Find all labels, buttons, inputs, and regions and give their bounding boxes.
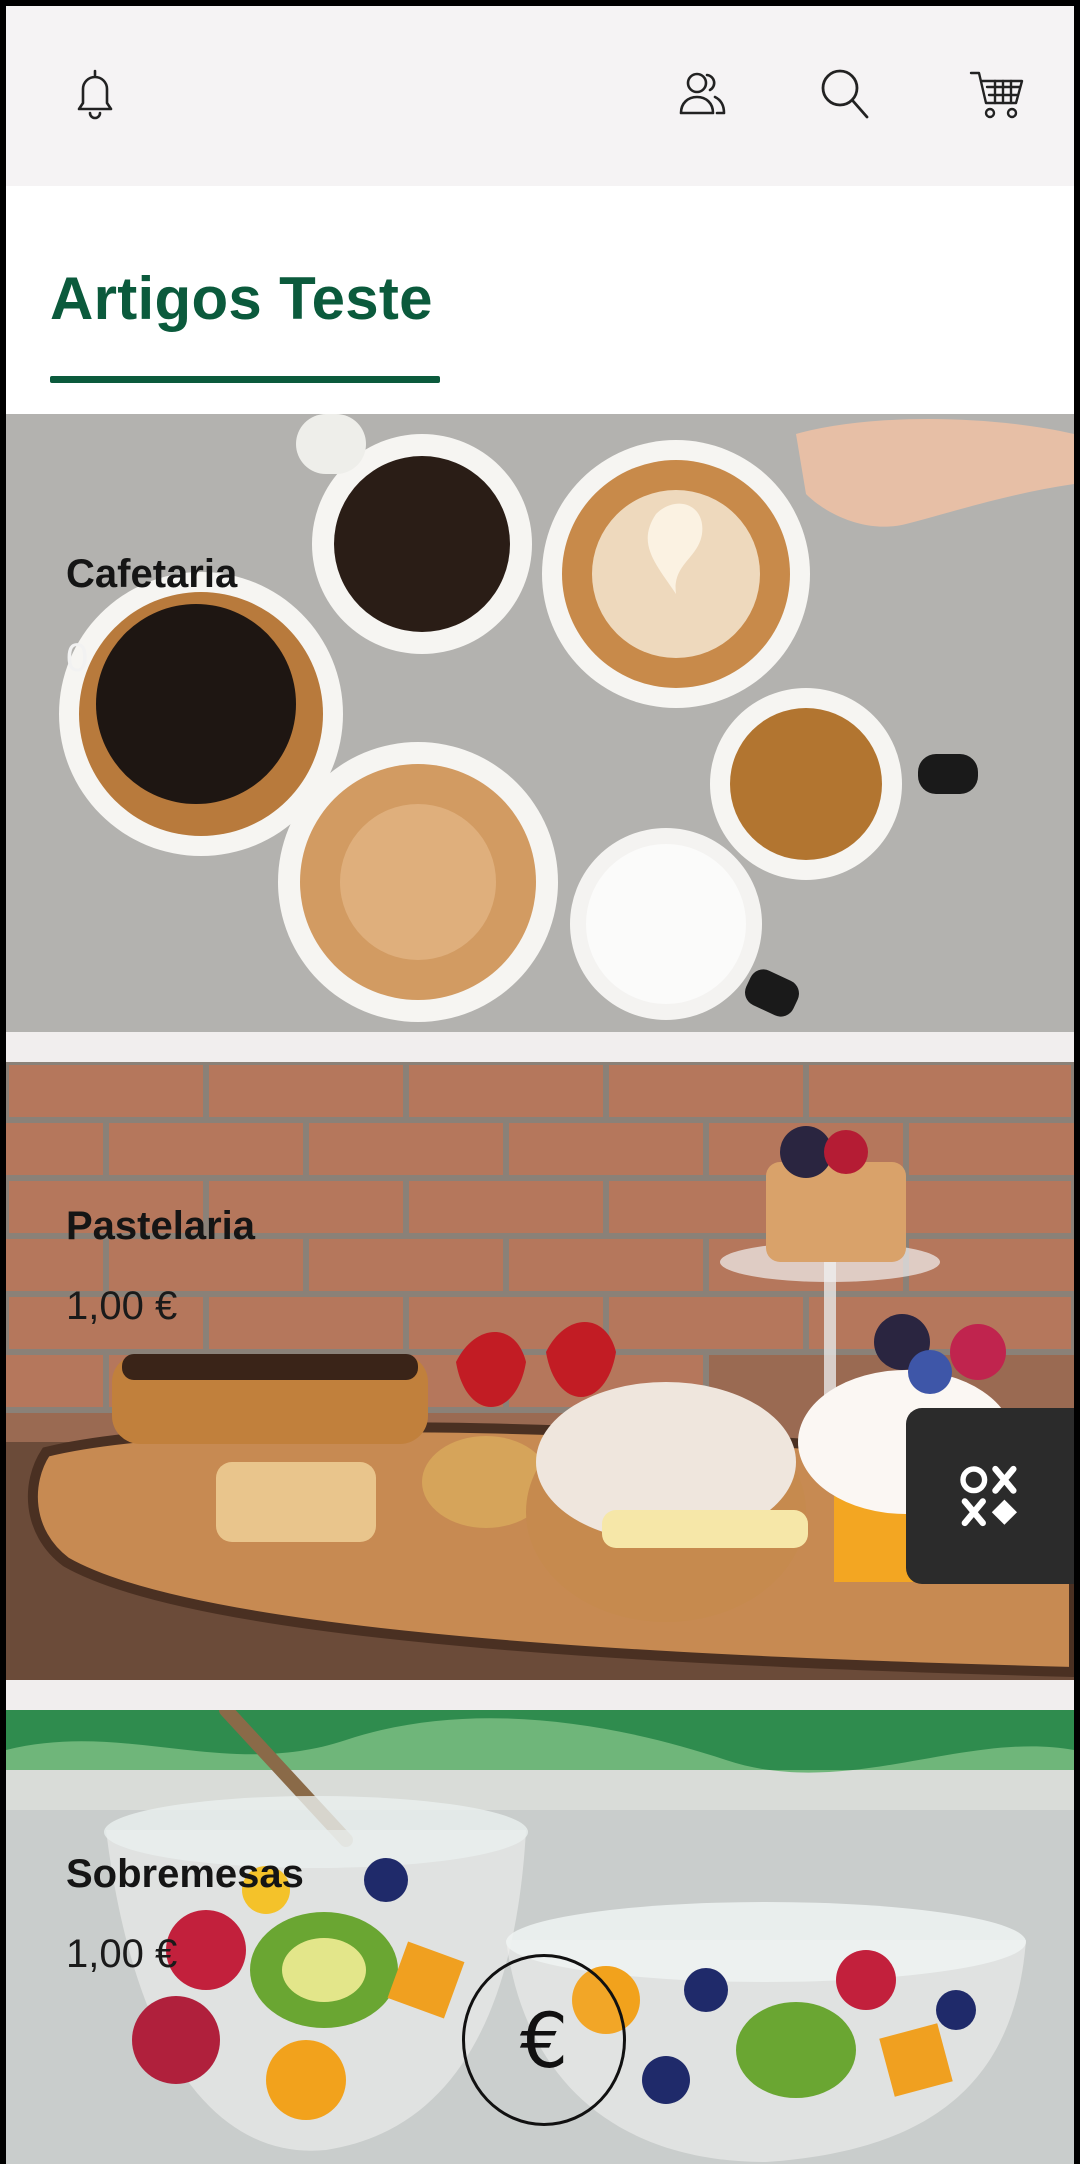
page-title: Artigos Teste xyxy=(50,265,433,332)
card-divider xyxy=(6,1680,1074,1710)
users-icon[interactable] xyxy=(666,58,736,128)
cart-icon[interactable] xyxy=(962,58,1032,128)
search-icon[interactable] xyxy=(810,58,880,128)
category-card-cafetaria[interactable]: Cafetaria 0 xyxy=(6,414,1074,1032)
category-name: Cafetaria xyxy=(66,552,238,596)
app-frame: Artigos Teste Cafetaria 0 Pastelaria 1,0… xyxy=(0,0,1080,2164)
title-underline xyxy=(50,376,440,383)
category-name: Pastelaria xyxy=(66,1204,256,1248)
top-bar xyxy=(6,6,1074,186)
coffee-cups-image xyxy=(6,414,1074,1032)
category-name: Sobremesas xyxy=(66,1852,304,1896)
oxxo-widget-button[interactable] xyxy=(906,1408,1074,1584)
category-price: 1,00 € xyxy=(66,1284,178,1328)
category-card-pastelaria[interactable]: Pastelaria 1,00 € xyxy=(6,1062,1074,1680)
currency-button[interactable]: € xyxy=(462,1954,626,2126)
card-divider xyxy=(6,1032,1074,1062)
pastries-image xyxy=(6,1062,1074,1680)
category-price: 1,00 € xyxy=(66,1932,178,1976)
bell-icon[interactable] xyxy=(60,58,130,128)
oxxo-logo-icon xyxy=(960,1465,1017,1527)
category-price: 0 xyxy=(66,636,89,680)
